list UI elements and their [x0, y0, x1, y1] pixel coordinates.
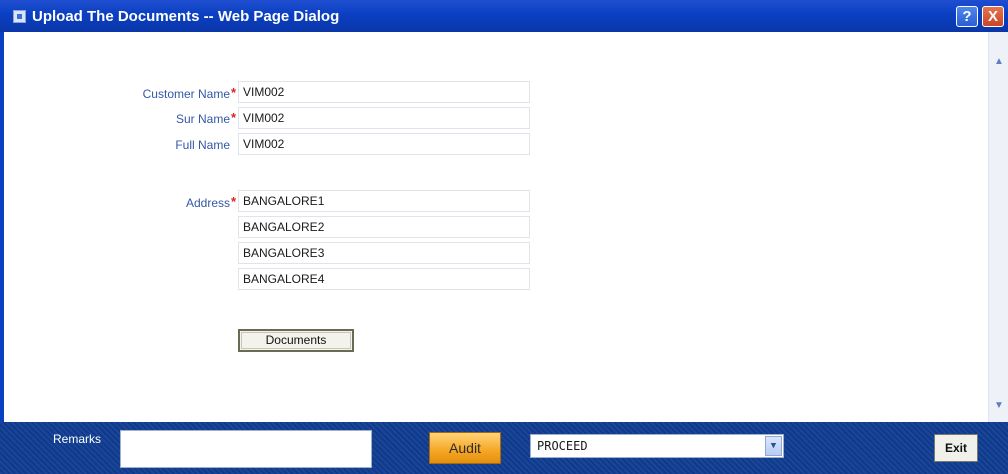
documents-button[interactable]: Documents — [238, 329, 354, 352]
address-line-1[interactable]: BANGALORE1 — [238, 190, 530, 212]
address-line-3[interactable]: BANGALORE3 — [238, 242, 530, 264]
action-select-value: PROCEED — [537, 439, 588, 453]
window-titlebar: Upload The Documents -- Web Page Dialog … — [0, 0, 1008, 32]
help-icon[interactable]: ? — [956, 6, 978, 27]
scroll-up-icon[interactable]: ▲ — [991, 54, 1007, 70]
footer-bar: Remarks Audit PROCEED ▼ Exit — [0, 422, 1008, 474]
remarks-input[interactable] — [120, 430, 372, 468]
remarks-label: Remarks — [53, 432, 102, 446]
scroll-down-icon[interactable]: ▼ — [991, 398, 1007, 414]
close-icon[interactable]: X — [982, 6, 1004, 27]
address-line-2[interactable]: BANGALORE2 — [238, 216, 530, 238]
vertical-scrollbar[interactable]: ▲ ▼ — [988, 32, 1008, 422]
sur-name-label: Sur Name — [175, 112, 230, 126]
address-label: Address — [185, 196, 230, 210]
required-marker: * — [231, 110, 237, 125]
dialog-app-icon — [13, 10, 26, 23]
window-title: Upload The Documents -- Web Page Dialog — [32, 8, 340, 25]
full-name-label: Full Name — [175, 138, 230, 152]
customer-name-field[interactable]: VIM002 — [238, 81, 530, 103]
action-select[interactable]: PROCEED ▼ — [530, 434, 784, 458]
address-line-4[interactable]: BANGALORE4 — [238, 268, 530, 290]
required-marker: * — [231, 85, 237, 100]
exit-button[interactable]: Exit — [934, 434, 978, 462]
chevron-down-icon[interactable]: ▼ — [765, 436, 782, 456]
sur-name-field[interactable]: VIM002 — [238, 107, 530, 129]
audit-button[interactable]: Audit — [429, 432, 501, 464]
required-marker: * — [231, 194, 237, 209]
dialog-content: Customer Name * VIM002 Sur Name * VIM002… — [4, 32, 988, 422]
customer-name-label: Customer Name — [142, 87, 230, 101]
full-name-field[interactable]: VIM002 — [238, 133, 530, 155]
